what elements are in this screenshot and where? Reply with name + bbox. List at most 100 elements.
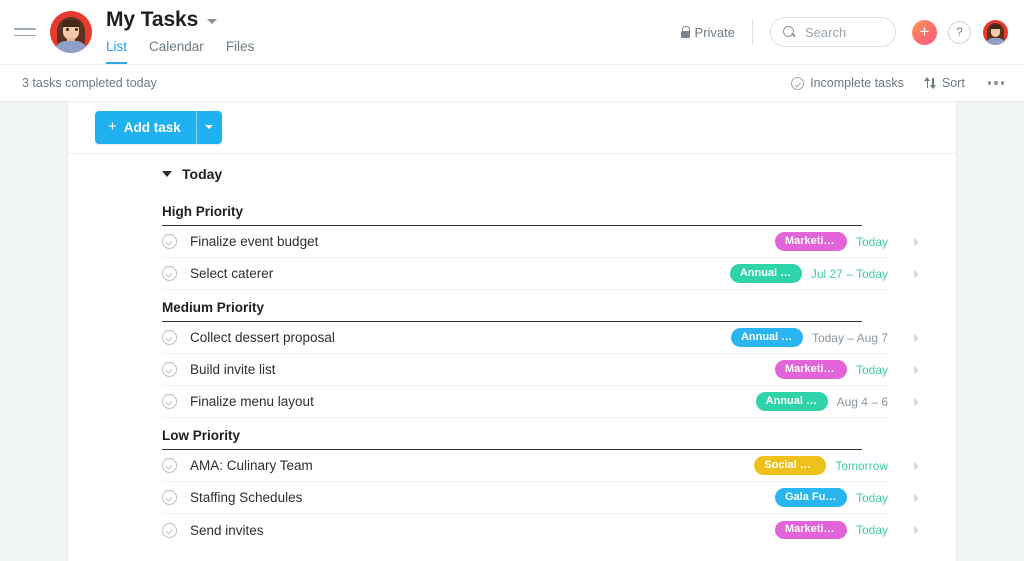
question-mark-icon: ?: [956, 25, 963, 39]
add-task-label: Add task: [123, 119, 181, 135]
task-project-tag[interactable]: Annual cu...: [729, 264, 802, 283]
task-complete-checkbox[interactable]: [162, 522, 177, 538]
add-task-main[interactable]: + Add task: [95, 110, 196, 144]
task-project-tag[interactable]: Annual c...: [730, 328, 803, 347]
sort-label: Sort: [941, 76, 965, 90]
task-due-date[interactable]: Tomorrow: [835, 459, 888, 473]
task-name: Send invites: [190, 522, 264, 538]
avatar-body: [54, 41, 88, 53]
task-due-date[interactable]: Today: [856, 523, 888, 537]
avatar-fringe: [62, 20, 80, 27]
task-project-tag[interactable]: Marketin...: [774, 232, 847, 251]
add-task-button[interactable]: + Add task: [95, 110, 222, 144]
task-due-date[interactable]: Today: [856, 235, 888, 249]
search-input[interactable]: [805, 24, 883, 40]
task-project-tag[interactable]: Annual cu...: [755, 392, 828, 411]
task-meta: Annual cu... Jul 27 – Today: [729, 264, 888, 283]
task-row[interactable]: Collect dessert proposal Annual c... Today…: [162, 322, 919, 354]
task-due-date[interactable]: Today: [856, 491, 888, 505]
tab-files[interactable]: Files: [226, 39, 255, 64]
search-icon: [783, 25, 796, 39]
triangle-down-icon[interactable]: [162, 171, 172, 177]
task-complete-checkbox[interactable]: [162, 490, 177, 505]
view-tabs: List Calendar Files: [106, 39, 255, 65]
task-name: Staffing Schedules: [190, 490, 303, 505]
task-name: Select caterer: [190, 266, 274, 281]
project-title-block: My Tasks List Calendar Files: [106, 8, 255, 65]
task-complete-checkbox[interactable]: [162, 394, 177, 409]
task-project-tag[interactable]: Marketin...: [774, 520, 847, 540]
toolbar-right-controls: Incomplete tasks Sort: [791, 76, 1006, 90]
tab-list[interactable]: List: [106, 39, 128, 65]
quick-add-button[interactable]: +: [912, 19, 937, 45]
chevron-right-icon[interactable]: [914, 493, 919, 502]
sub-toolbar: 3 tasks completed today Incomplete tasks…: [0, 64, 1024, 101]
avatar-eye: [66, 28, 69, 31]
header-right-controls: Private + ?: [680, 0, 1008, 64]
top-header-bar: My Tasks List Calendar Files Private + ?: [0, 0, 1024, 65]
task-complete-checkbox[interactable]: [162, 458, 177, 473]
chevron-down-icon[interactable]: [207, 19, 218, 24]
add-task-dropdown[interactable]: [195, 110, 222, 144]
sort-button[interactable]: Sort: [924, 76, 965, 90]
task-row[interactable]: Select caterer Annual cu... Jul 27 – Today: [162, 258, 919, 290]
task-project-tag[interactable]: Social Me...: [754, 456, 827, 475]
task-row[interactable]: Send invites Marketin... Today: [162, 514, 919, 546]
section-header: Medium Priority: [162, 290, 862, 322]
task-name: Finalize menu layout: [190, 394, 314, 409]
sort-arrows-icon: [924, 77, 936, 89]
avatar-eye: [75, 28, 78, 31]
chevron-right-icon[interactable]: [914, 269, 919, 278]
project-title-row: My Tasks: [106, 8, 254, 32]
task-meta: Gala Fun... Today: [774, 488, 888, 507]
task-meta: Annual c... Today – Aug 7: [730, 328, 888, 347]
project-avatar[interactable]: [50, 11, 92, 53]
chevron-right-icon[interactable]: [914, 237, 919, 246]
task-meta: Marketin... Today: [774, 520, 888, 540]
task-due-date[interactable]: Today – Aug 7: [812, 331, 888, 345]
task-sections: High Priority Finalize event budget Market…: [68, 194, 956, 546]
task-complete-checkbox[interactable]: [162, 266, 177, 281]
task-complete-checkbox[interactable]: [162, 362, 177, 377]
task-row[interactable]: AMA: Culinary Team Social Me... Tomorrow: [162, 450, 919, 482]
task-due-date[interactable]: Jul 27 – Today: [811, 267, 888, 281]
task-row[interactable]: Build invite list Marketin... Today: [162, 354, 919, 386]
page-title: My Tasks: [106, 8, 199, 31]
chevron-right-icon[interactable]: [914, 333, 919, 342]
task-row[interactable]: Finalize event budget Marketin... Today: [162, 226, 919, 258]
chevron-down-icon: [205, 125, 214, 129]
user-avatar[interactable]: [983, 19, 1008, 45]
task-meta: Social Me... Tomorrow: [754, 456, 888, 475]
task-due-date[interactable]: Today: [856, 363, 888, 377]
task-project-tag[interactable]: Marketin...: [774, 360, 847, 379]
task-meta: Marketin... Today: [774, 232, 888, 251]
search-box[interactable]: [770, 17, 896, 47]
task-complete-checkbox[interactable]: [162, 234, 177, 249]
completed-tasks-note: 3 tasks completed today: [22, 76, 157, 90]
hamburger-bar: [14, 34, 36, 37]
lock-icon: [680, 26, 690, 38]
chevron-right-icon[interactable]: [914, 461, 919, 470]
chevron-right-icon[interactable]: [914, 526, 919, 534]
section-header: Low Priority: [162, 418, 862, 450]
task-meta: Annual cu... Aug 4 – 6: [755, 392, 888, 411]
add-task-toolbar: + Add task: [68, 101, 956, 154]
task-due-date[interactable]: Aug 4 – 6: [837, 395, 888, 409]
task-complete-checkbox[interactable]: [162, 330, 177, 345]
tab-calendar[interactable]: Calendar: [149, 39, 204, 64]
chevron-right-icon[interactable]: [914, 365, 919, 374]
help-button[interactable]: ?: [948, 20, 971, 44]
group-header-today[interactable]: Today: [68, 154, 956, 194]
task-project-tag[interactable]: Gala Fun...: [774, 488, 847, 507]
incomplete-tasks-filter[interactable]: Incomplete tasks: [791, 76, 904, 90]
avatar-fringe: [990, 24, 1001, 29]
more-horizontal-icon[interactable]: [986, 77, 1006, 88]
privacy-toggle[interactable]: Private: [680, 19, 753, 45]
incomplete-tasks-label: Incomplete tasks: [810, 76, 904, 90]
hamburger-menu-icon[interactable]: [14, 0, 38, 64]
group-label: Today: [182, 166, 223, 182]
task-row[interactable]: Staffing Schedules Gala Fun... Today: [162, 482, 919, 514]
task-row[interactable]: Finalize menu layout Annual cu... Aug 4 – …: [162, 386, 919, 418]
task-name: Build invite list: [190, 362, 276, 377]
chevron-right-icon[interactable]: [914, 397, 919, 406]
